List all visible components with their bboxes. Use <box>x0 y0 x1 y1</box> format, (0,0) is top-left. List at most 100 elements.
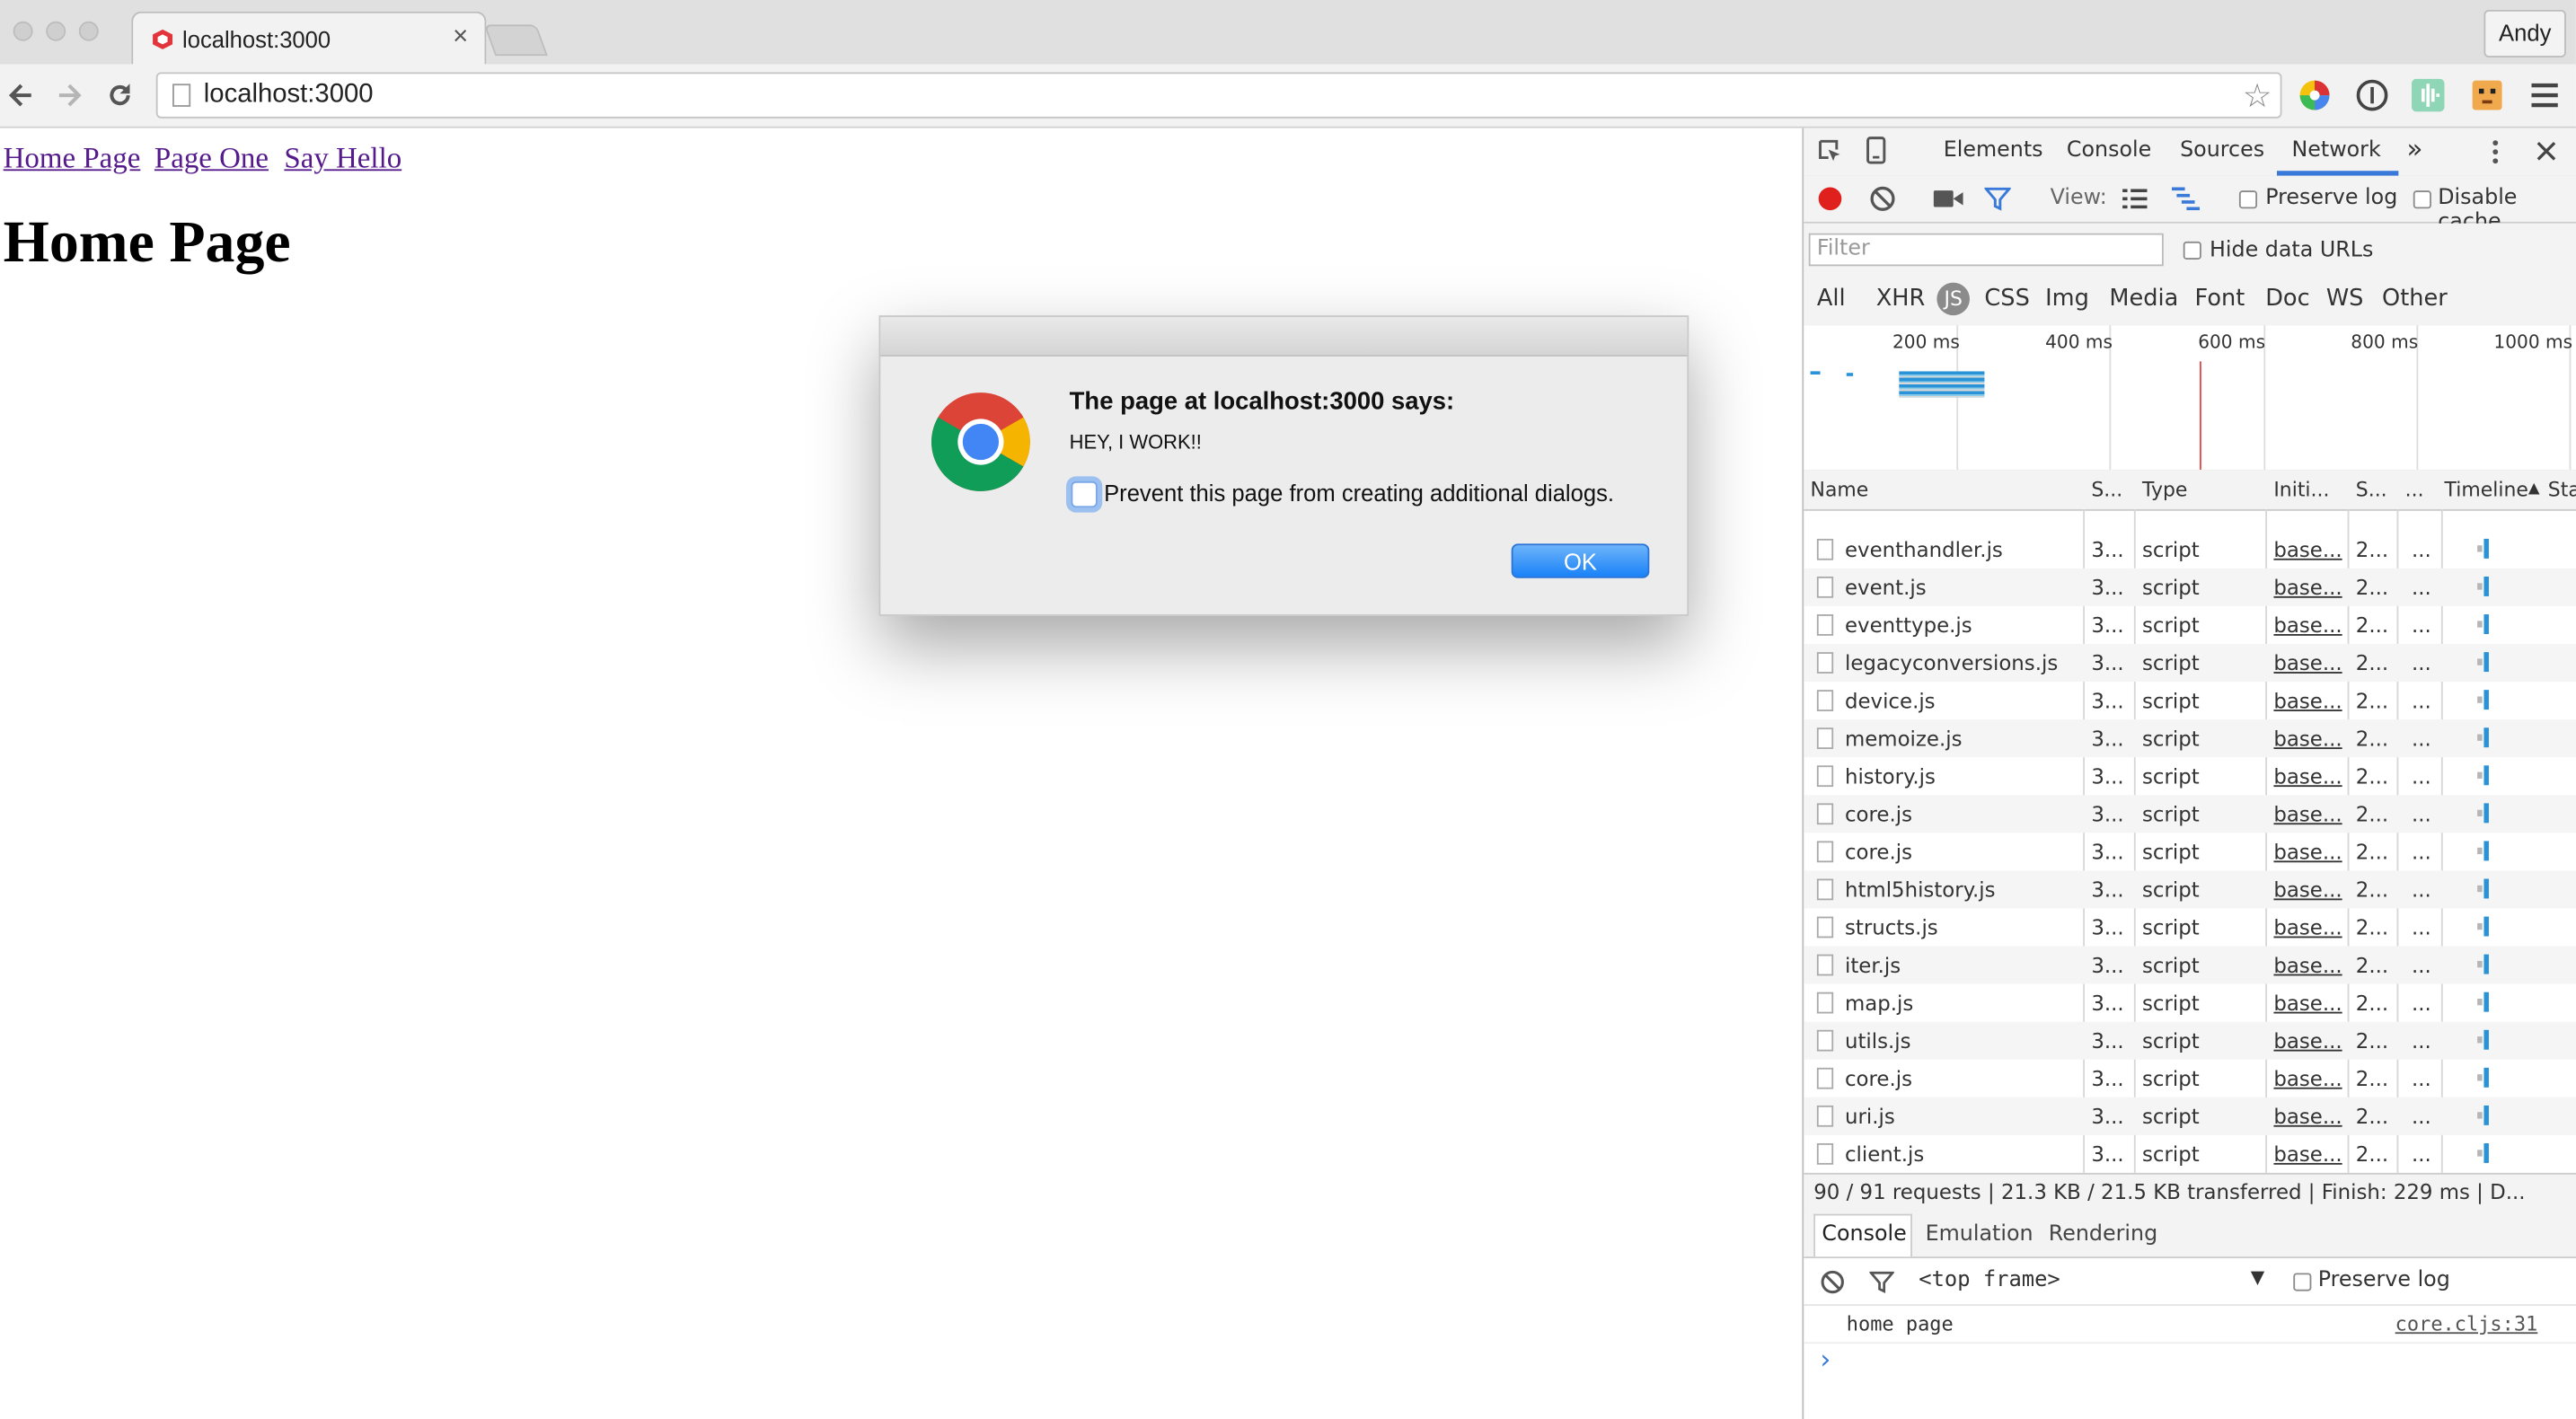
avatar-extension-icon[interactable] <box>2471 79 2504 112</box>
preserve-log-label[interactable]: Preserve log <box>2265 186 2397 210</box>
request-name[interactable]: memoize.js <box>1845 726 1963 750</box>
table-row[interactable]: iter.js 3... script base... 2...... <box>1804 946 2576 984</box>
table-row[interactable]: core.js 3... script base... 2...... <box>1804 795 2576 833</box>
request-initiator-link[interactable]: base... <box>2273 1066 2342 1090</box>
profile-button[interactable]: Andy <box>2483 9 2566 58</box>
request-name[interactable]: uri.js <box>1845 1104 1895 1128</box>
console-preserve-log-label[interactable]: Preserve log <box>2318 1268 2450 1292</box>
type-filter-media[interactable]: Media <box>2109 286 2178 312</box>
request-initiator-link[interactable]: base... <box>2273 991 2342 1015</box>
request-initiator-link[interactable]: base... <box>2273 613 2342 637</box>
request-name[interactable]: eventhandler.js <box>1845 537 2003 561</box>
close-window-button[interactable] <box>13 21 33 41</box>
zoom-window-button[interactable] <box>78 21 99 41</box>
prevent-dialogs-label[interactable]: Prevent this page from creating addition… <box>1104 480 1614 506</box>
request-initiator-link[interactable]: base... <box>2273 726 2342 750</box>
nav-link-home-page[interactable]: Home Page <box>4 141 141 175</box>
request-name[interactable]: core.js <box>1845 1066 1912 1090</box>
browser-tab[interactable]: localhost:3000 × <box>131 11 487 66</box>
disable-cache-checkbox[interactable] <box>2413 190 2431 209</box>
back-arrow-icon[interactable] <box>4 79 38 112</box>
request-name[interactable]: event.js <box>1845 575 1927 599</box>
type-filter-doc[interactable]: Doc <box>2265 286 2309 312</box>
color-wheel-extension-icon[interactable] <box>2298 79 2332 112</box>
prevent-dialogs-checkbox[interactable] <box>1071 480 1098 508</box>
table-row[interactable]: structs.js 3... script base... 2...... <box>1804 908 2576 946</box>
console-preserve-log-checkbox[interactable] <box>2293 1273 2312 1291</box>
tab-close-icon[interactable]: × <box>453 23 468 53</box>
tab-sources[interactable]: Sources <box>2180 138 2264 163</box>
column-timeline[interactable]: Timeline <box>2445 478 2528 501</box>
tab-elements[interactable]: Elements <box>1944 138 2043 163</box>
request-name[interactable]: eventtype.js <box>1845 613 1972 637</box>
request-name[interactable]: legacyconversions.js <box>1845 650 2058 674</box>
address-url[interactable]: localhost:3000 <box>204 81 374 110</box>
column-start[interactable]: Sta <box>2548 478 2576 501</box>
filter-icon[interactable] <box>1984 186 2011 212</box>
request-initiator-link[interactable]: base... <box>2273 575 2342 599</box>
drawer-tab-emulation[interactable]: Emulation <box>1926 1222 2033 1247</box>
request-initiator-link[interactable]: base... <box>2273 1141 2342 1166</box>
bookmark-star-icon[interactable]: ☆ <box>2243 75 2272 117</box>
request-initiator-link[interactable]: base... <box>2273 915 2342 939</box>
table-row[interactable]: html5history.js 3... script base... 2...... <box>1804 870 2576 909</box>
close-devtools-icon[interactable] <box>2536 141 2556 161</box>
preserve-log-checkbox[interactable] <box>2238 190 2258 209</box>
minimize-window-button[interactable] <box>46 21 66 41</box>
request-name[interactable]: iter.js <box>1845 953 1901 977</box>
request-name[interactable]: utils.js <box>1845 1028 1911 1053</box>
request-name[interactable]: structs.js <box>1845 915 1938 939</box>
clear-icon[interactable] <box>1869 186 1895 212</box>
tab-network[interactable]: Network <box>2291 138 2380 163</box>
overview-waterfall-icon[interactable] <box>2171 187 2201 211</box>
table-row[interactable]: event.js 3... script base... 2...... <box>1804 568 2576 606</box>
console-filter-icon[interactable] <box>1869 1270 1894 1294</box>
request-initiator-link[interactable]: base... <box>2273 650 2342 674</box>
type-filter-other[interactable]: Other <box>2382 286 2448 312</box>
console-prompt-icon[interactable]: › <box>1821 1344 1831 1375</box>
reload-icon[interactable] <box>103 79 137 112</box>
record-icon[interactable] <box>1817 186 1843 212</box>
capture-screenshots-icon[interactable] <box>1933 189 1963 208</box>
type-filter-all[interactable]: All <box>1817 286 1846 312</box>
kebab-menu-icon[interactable] <box>2491 138 2501 166</box>
frame-dropdown-icon[interactable]: ▼ <box>2251 1266 2264 1288</box>
table-row[interactable]: device.js 3... script base... 2...... <box>1804 682 2576 719</box>
request-initiator-link[interactable]: base... <box>2273 802 2342 826</box>
type-filter-img[interactable]: Img <box>2045 286 2089 312</box>
request-initiator-link[interactable]: base... <box>2273 763 2342 788</box>
table-row[interactable]: utils.js 3... script base... 2...... <box>1804 1021 2576 1060</box>
table-row[interactable]: map.js 3... script base... 2...... <box>1804 984 2576 1022</box>
timeline-overview[interactable]: 200 ms 400 ms 600 ms 800 ms 1000 ms <box>1804 325 2576 472</box>
menu-icon[interactable] <box>2528 79 2562 112</box>
drawer-tab-console[interactable]: Console <box>1822 1222 1906 1247</box>
address-bar[interactable]: localhost:3000 ☆ <box>155 72 2282 119</box>
request-name[interactable]: history.js <box>1845 763 1936 788</box>
console-source-link[interactable]: core.cljs:31 <box>2395 1312 2538 1335</box>
nav-link-page-one[interactable]: Page One <box>154 141 269 175</box>
table-row[interactable]: client.js 3... script base... 2...... <box>1804 1135 2576 1173</box>
clear-console-icon[interactable] <box>1821 1270 1845 1294</box>
table-row[interactable]: core.js 3... script base... 2...... <box>1804 833 2576 870</box>
password-manager-extension-icon[interactable] <box>2356 79 2389 112</box>
column-type[interactable]: Type <box>2142 478 2187 501</box>
request-initiator-link[interactable]: base... <box>2273 1028 2342 1053</box>
type-filter-ws[interactable]: WS <box>2326 286 2364 312</box>
large-rows-icon[interactable] <box>2122 189 2148 209</box>
table-row[interactable]: legacyconversions.js 3... script base... 2..… <box>1804 643 2576 683</box>
table-row[interactable]: history.js 3... script base... 2...... <box>1804 757 2576 795</box>
request-initiator-link[interactable]: base... <box>2273 877 2342 902</box>
type-filter-js[interactable]: JS <box>1936 282 1970 316</box>
request-initiator-link[interactable]: base... <box>2273 688 2342 712</box>
column-status[interactable]: S... <box>2091 478 2122 501</box>
inspect-element-icon[interactable] <box>1817 138 1843 164</box>
table-row[interactable]: eventhandler.js 3... script base... 2...... <box>1804 531 2576 568</box>
request-name[interactable]: client.js <box>1845 1141 1924 1166</box>
request-name[interactable]: html5history.js <box>1845 877 1996 902</box>
tab-console[interactable]: Console <box>2067 138 2151 163</box>
request-name[interactable]: map.js <box>1845 991 1913 1015</box>
drawer-tab-rendering[interactable]: Rendering <box>2049 1222 2157 1247</box>
table-row[interactable]: uri.js 3... script base... 2...... <box>1804 1097 2576 1135</box>
audio-extension-icon[interactable] <box>2411 78 2445 112</box>
hide-data-urls-label[interactable]: Hide data URLs <box>2210 238 2373 262</box>
